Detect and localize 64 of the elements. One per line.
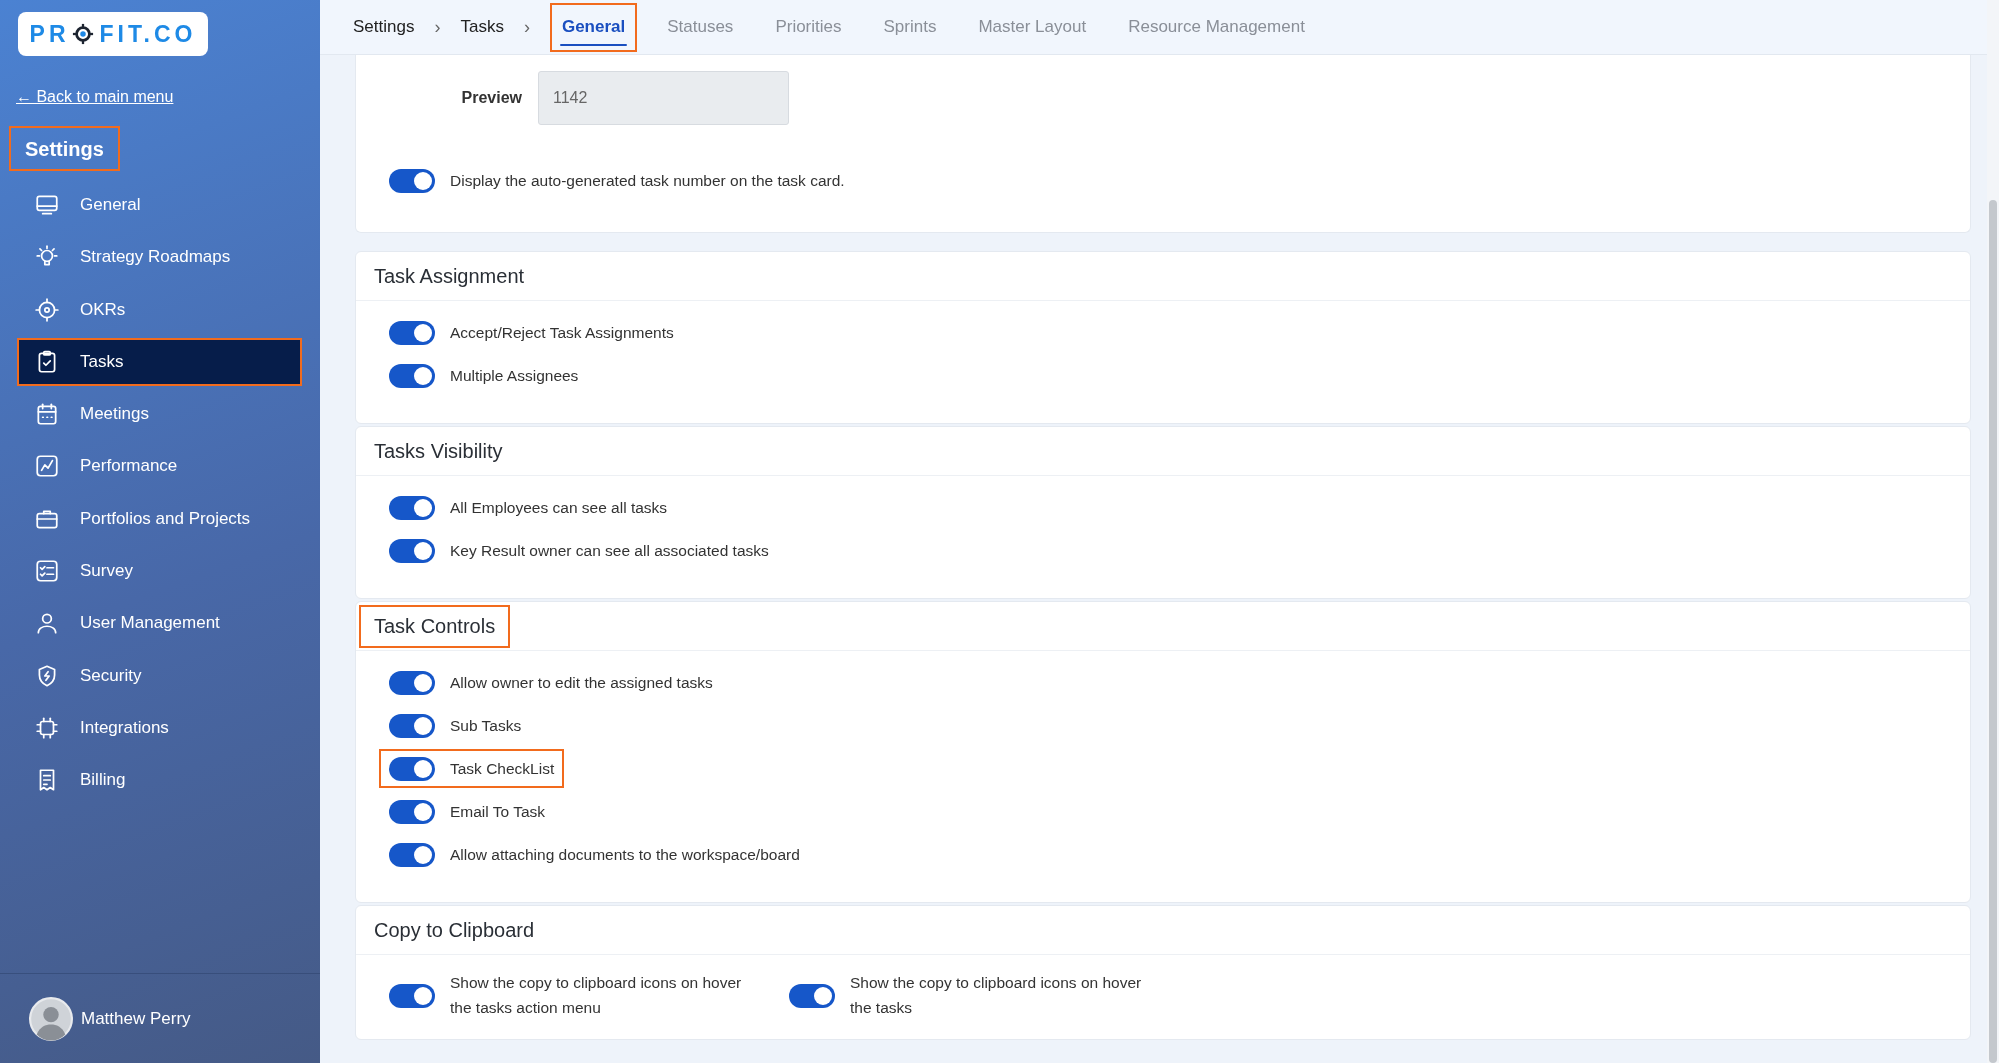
sidebar-item[interactable]: Performance [17, 442, 302, 491]
checklist-icon [34, 558, 60, 585]
target-icon [71, 23, 94, 45]
monitor-icon [34, 192, 60, 218]
toggle-switch[interactable] [389, 670, 435, 695]
sidebar-item[interactable]: Integrations [17, 703, 302, 752]
setting-label: Task CheckList [450, 759, 555, 778]
section-title: Tasks Visibility [373, 438, 504, 464]
logo: PR FIT.CO [18, 12, 208, 56]
sidebar-item[interactable]: Billing [17, 756, 302, 805]
toggle-switch[interactable] [389, 799, 435, 824]
back-link[interactable]: ← Back to main menu [16, 88, 174, 106]
toggle-switch[interactable] [389, 713, 435, 738]
section-title: Task Assignment [373, 263, 526, 289]
breadcrumb-separator: › [523, 16, 530, 38]
tab[interactable]: Statuses [655, 2, 746, 52]
toggle-switch[interactable] [389, 842, 435, 867]
setting-label: Allow owner to edit the assigned tasks [450, 673, 713, 692]
setting-label: Multiple Assignees [450, 366, 579, 385]
sidebar-item[interactable]: Portfolios and Projects [17, 494, 302, 543]
sidebar-item[interactable]: Tasks [17, 337, 302, 386]
sidebar-item[interactable]: Meetings [17, 390, 302, 439]
sidebar-item[interactable]: Security [17, 651, 302, 700]
breadcrumb-separator: › [434, 16, 441, 38]
user-name: Matthew Perry [81, 1008, 191, 1029]
setting-label: Display the auto-generated task number on the task card. [450, 171, 845, 190]
toggle-switch[interactable] [389, 538, 435, 563]
preview-field[interactable]: 1142 [538, 71, 789, 125]
tab[interactable]: Sprints [871, 2, 949, 52]
toggle-switch[interactable] [389, 320, 435, 345]
sidebar-heading: Settings [9, 126, 120, 171]
sidebar-item[interactable]: User Management [17, 599, 302, 648]
toggle-switch[interactable] [389, 495, 435, 520]
tab[interactable]: Priorities [763, 2, 854, 52]
setting-label: Accept/Reject Task Assignments [450, 323, 674, 342]
tab[interactable]: Master Layout [966, 2, 1099, 52]
sidebar-item[interactable]: Strategy Roadmaps [17, 233, 302, 282]
avatar [29, 996, 73, 1041]
sidebar-item[interactable]: General [17, 181, 302, 229]
calendar-icon [34, 401, 60, 428]
preview-label: Preview [460, 89, 522, 107]
setting-label: All Employees can see all tasks [450, 498, 668, 517]
toggle-switch[interactable] [389, 756, 435, 781]
setting-label: Sub Tasks [450, 716, 522, 735]
tab[interactable]: General [549, 2, 638, 52]
section-title: Copy to Clipboard [373, 917, 536, 943]
setting-label: Show the copy to clipboard icons on hover the tasks [850, 973, 1143, 1018]
setting-label: Key Result owner can see all associated tasks [450, 541, 769, 560]
chip-icon [34, 714, 60, 741]
setting-label: Show the copy to clipboard icons on hover the tasks action menu [450, 973, 743, 1018]
toggle-switch[interactable] [789, 983, 835, 1008]
section-title: Task Controls [359, 604, 511, 648]
toggle-switch[interactable] [389, 983, 435, 1008]
toggle-switch[interactable] [389, 168, 435, 193]
target-icon [34, 296, 60, 323]
tab[interactable]: Resource Management [1116, 2, 1317, 52]
breadcrumb-link[interactable]: Tasks [460, 17, 504, 37]
setting-label: Email To Task [450, 802, 546, 821]
breadcrumb-link[interactable]: Settings [353, 17, 415, 37]
scrollbar-thumb[interactable] [1989, 200, 1997, 1063]
sidebar-item[interactable]: Survey [17, 547, 302, 596]
setting-label: Allow attaching documents to the workspace/board [450, 845, 800, 864]
sidebar-item[interactable]: OKRs [17, 285, 302, 334]
toggle-switch[interactable] [389, 363, 435, 388]
